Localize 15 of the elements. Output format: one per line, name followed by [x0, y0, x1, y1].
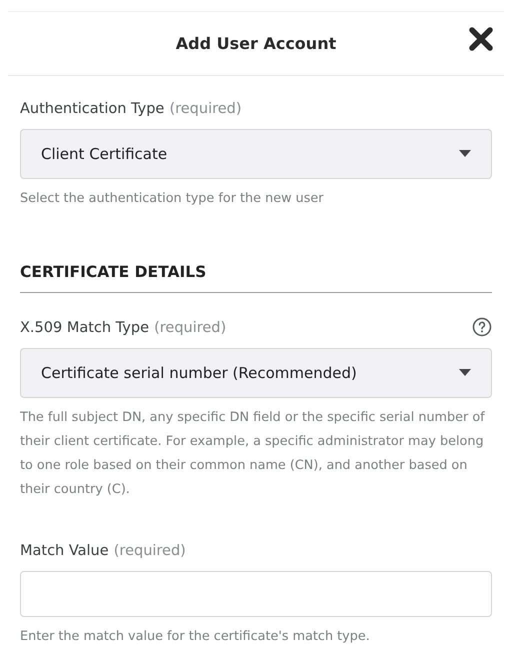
- help-icon[interactable]: [472, 317, 492, 338]
- caret-icon: [459, 369, 471, 376]
- caret-icon: [459, 150, 471, 158]
- section-heading: CERTIFICATE DETAILS: [20, 262, 208, 283]
- close-button[interactable]: [468, 26, 494, 52]
- help-text: The full subject DN, any specific DN field or the specific serial number of their client certificate. For example, a specific administrator may belong to one role based on their common name (CN), and another based on their country (C).: [20, 408, 486, 499]
- dialog-title: Add User Account: [176, 32, 336, 54]
- help-text: Select the authentication type for the new user: [20, 190, 325, 208]
- input-field[interactable]: [20, 570, 492, 616]
- field-label: Match Value (required): [20, 542, 186, 561]
- field-label: Authentication Type (required): [20, 100, 242, 119]
- field-label: X.509 Match Type (required): [20, 319, 226, 338]
- select-field[interactable]: Client Certificate: [20, 128, 492, 179]
- help-text: Enter the match value for the certificate's match type.: [20, 628, 371, 646]
- select-field[interactable]: Certificate serial number (Recommended): [20, 348, 492, 398]
